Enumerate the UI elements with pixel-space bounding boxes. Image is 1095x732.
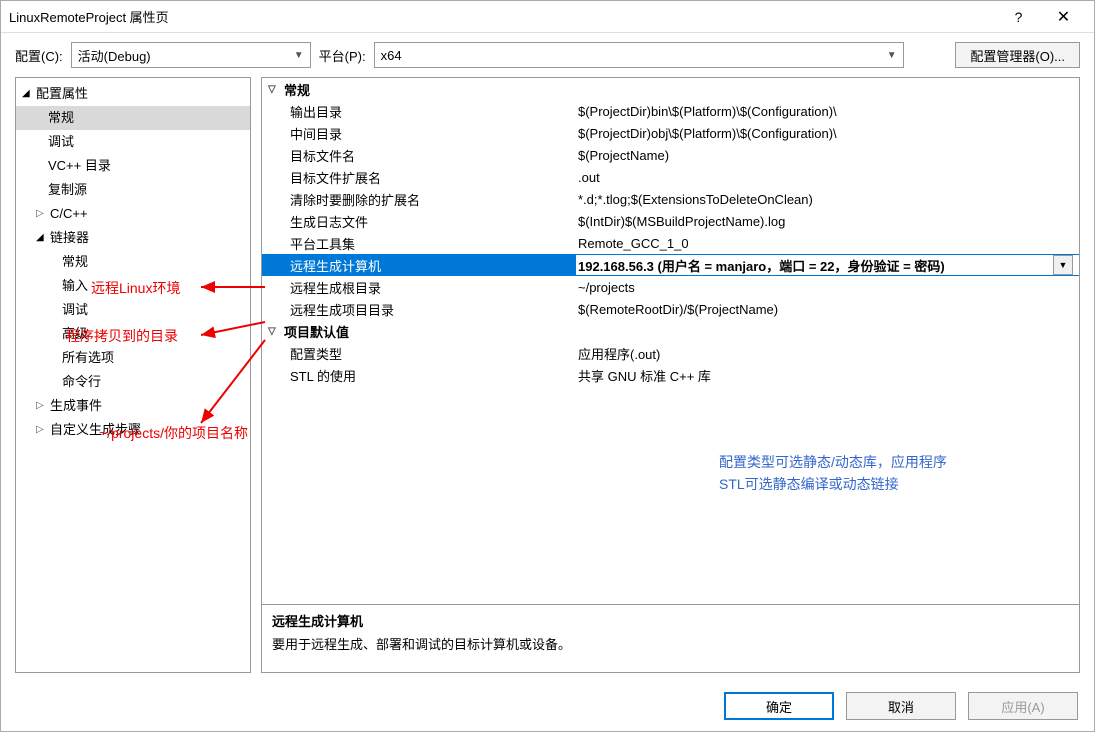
description-title: 远程生成计算机 [272, 611, 1069, 630]
tree-item-custombuild[interactable]: ▷自定义生成步骤 [16, 418, 250, 442]
prop-remote-root[interactable]: 远程生成根目录~/projects [262, 276, 1079, 298]
tree-item-buildevents[interactable]: ▷生成事件 [16, 394, 250, 418]
prop-toolset[interactable]: 平台工具集Remote_GCC_1_0 [262, 232, 1079, 254]
property-grid: ▽常规 输出目录$(ProjectDir)bin\$(Platform)\$(C… [261, 77, 1080, 673]
prop-stl[interactable]: STL 的使用共享 GNU 标准 C++ 库 [262, 364, 1079, 386]
tree-linker-debug[interactable]: 调试 [16, 298, 250, 322]
window-title: LinuxRemoteProject 属性页 [9, 7, 996, 26]
config-label: 配置(C): [15, 46, 63, 65]
platform-label: 平台(P): [319, 46, 366, 65]
chevron-down-icon: ▼ [887, 50, 897, 61]
prop-int-dir[interactable]: 中间目录$(ProjectDir)obj\$(Platform)\$(Confi… [262, 122, 1079, 144]
help-button[interactable]: ? [996, 2, 1041, 32]
prop-remote-machine[interactable]: 远程生成计算机 192.168.56.3 (用户名 = manjaro，端口 =… [262, 254, 1079, 276]
tree-view[interactable]: ◢配置属性 常规 调试 VC++ 目录 复制源 ▷C/C++ ◢链接器 常规 输… [15, 77, 251, 673]
tree-root[interactable]: ◢配置属性 [16, 82, 250, 106]
property-page-dialog: LinuxRemoteProject 属性页 ? ✕ 配置(C): 活动(Deb… [0, 0, 1095, 732]
group-general[interactable]: ▽常规 [262, 78, 1079, 100]
config-manager-button[interactable]: 配置管理器(O)... [955, 42, 1080, 68]
platform-combo-value: x64 [381, 48, 402, 63]
chevron-down-icon: ▼ [294, 50, 304, 61]
ok-button[interactable]: 确定 [724, 692, 834, 720]
tree-item-cpp[interactable]: ▷C/C++ [16, 202, 250, 226]
config-combo-value: 活动(Debug) [78, 46, 151, 65]
prop-config-type[interactable]: 配置类型应用程序(.out) [262, 342, 1079, 364]
tree-item-debug[interactable]: 调试 [16, 130, 250, 154]
tree-item-copysrc[interactable]: 复制源 [16, 178, 250, 202]
dialog-footer: 确定 取消 应用(A) [1, 681, 1094, 731]
group-defaults[interactable]: ▽项目默认值 [262, 320, 1079, 342]
prop-target-name[interactable]: 目标文件名$(ProjectName) [262, 144, 1079, 166]
prop-build-log[interactable]: 生成日志文件$(IntDir)$(MSBuildProjectName).log [262, 210, 1079, 232]
platform-combo[interactable]: x64 ▼ [374, 42, 904, 68]
config-combo[interactable]: 活动(Debug) ▼ [71, 42, 311, 68]
prop-remote-proj[interactable]: 远程生成项目目录$(RemoteRootDir)/$(ProjectName) [262, 298, 1079, 320]
prop-output-dir[interactable]: 输出目录$(ProjectDir)bin\$(Platform)\$(Confi… [262, 100, 1079, 122]
tree-linker-advanced[interactable]: 高级 [16, 322, 250, 346]
close-button[interactable]: ✕ [1041, 2, 1086, 32]
tree-item-vcdirs[interactable]: VC++ 目录 [16, 154, 250, 178]
toolbar: 配置(C): 活动(Debug) ▼ 平台(P): x64 ▼ 配置管理器(O)… [1, 33, 1094, 77]
prop-clean-ext[interactable]: 清除时要删除的扩展名*.d;*.tlog;$(ExtensionsToDelet… [262, 188, 1079, 210]
remote-machine-value: 192.168.56.3 (用户名 = manjaro，端口 = 22，身份验证… [578, 256, 945, 275]
tree-linker-cmd[interactable]: 命令行 [16, 370, 250, 394]
tree-linker-all[interactable]: 所有选项 [16, 346, 250, 370]
tree-item-linker[interactable]: ◢链接器 [16, 226, 250, 250]
dropdown-button[interactable]: ▼ [1053, 255, 1073, 275]
tree-linker-input[interactable]: 输入 [16, 274, 250, 298]
titlebar: LinuxRemoteProject 属性页 ? ✕ [1, 1, 1094, 33]
tree-item-general[interactable]: 常规 [16, 106, 250, 130]
description-panel: 远程生成计算机 要用于远程生成、部署和调试的目标计算机或设备。 [262, 604, 1079, 672]
cancel-button[interactable]: 取消 [846, 692, 956, 720]
description-body: 要用于远程生成、部署和调试的目标计算机或设备。 [272, 634, 1069, 653]
apply-button[interactable]: 应用(A) [968, 692, 1078, 720]
tree-linker-general[interactable]: 常规 [16, 250, 250, 274]
prop-target-ext[interactable]: 目标文件扩展名.out [262, 166, 1079, 188]
